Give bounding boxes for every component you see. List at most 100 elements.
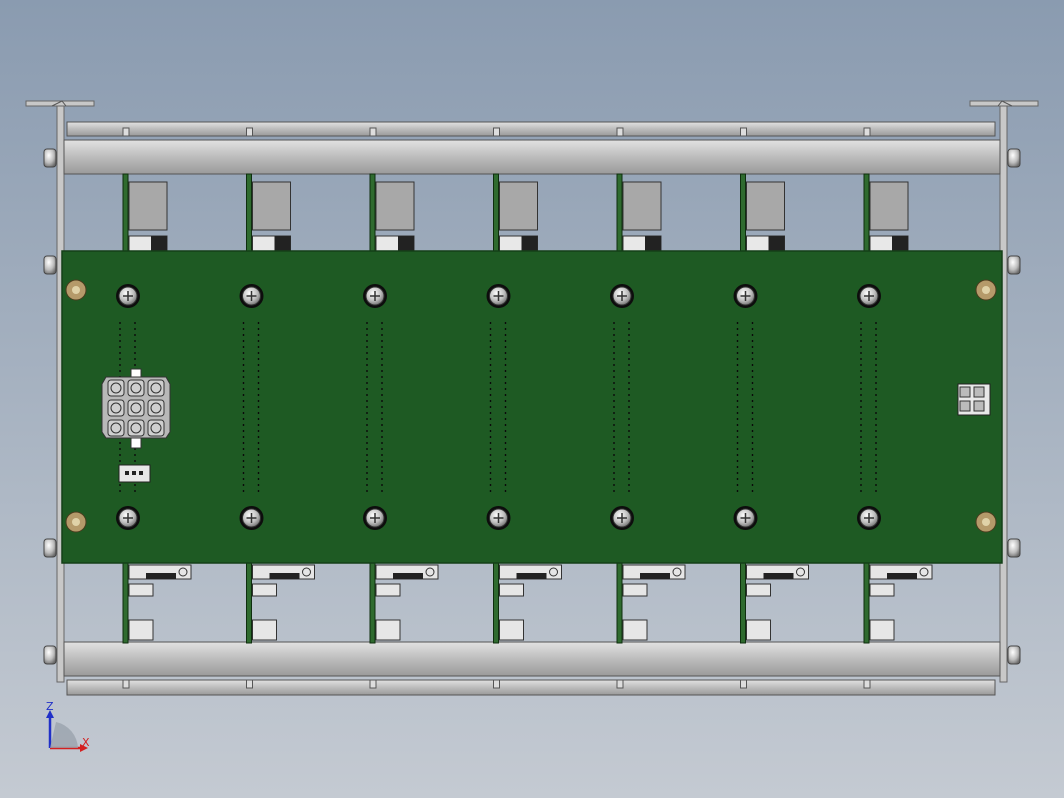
card-module-top <box>375 181 415 231</box>
card-edge-top <box>369 173 376 253</box>
small-connector-pin <box>125 471 129 475</box>
card-lever-bar <box>516 573 547 579</box>
power-pin-cavity <box>147 399 165 417</box>
card-latch-top <box>274 236 291 251</box>
card-edge-top <box>122 173 129 253</box>
card-edge-bottom <box>369 562 376 644</box>
card-clip-lower <box>128 619 154 641</box>
side-nut-left <box>43 148 57 168</box>
card-clip-lower <box>622 619 648 641</box>
rail-rivet-bottom <box>493 679 500 689</box>
side-nut-right <box>1007 255 1021 275</box>
card-clip-upper <box>128 583 154 597</box>
card-module-top <box>128 181 168 231</box>
card-lever-bar <box>887 573 917 579</box>
rail-rivet-bottom <box>246 679 253 689</box>
top-rail-lip <box>66 121 996 137</box>
card-lever-bar <box>393 573 423 579</box>
power-pin-cavity <box>107 419 125 437</box>
card-module-top <box>746 181 785 231</box>
standoff-hole <box>982 286 990 294</box>
side-nut-right <box>1007 148 1021 168</box>
card-edge-bottom <box>863 562 870 644</box>
small-connector-3pin <box>118 464 151 483</box>
power-pin-cavity <box>107 399 125 417</box>
right-connector-pin <box>973 400 985 412</box>
card-lever-bar <box>640 573 670 579</box>
card-clip-upper <box>252 583 277 597</box>
rail-rivet-bottom <box>616 679 624 689</box>
card-clip-lower <box>375 619 401 641</box>
small-connector-pin <box>132 471 136 475</box>
power-connector-latch <box>130 437 142 449</box>
side-nut-left <box>43 538 57 558</box>
small-connector-pin <box>139 471 143 475</box>
card-latch-top <box>768 236 785 251</box>
power-pin-cavity <box>147 379 165 397</box>
card-edge-top <box>246 173 252 253</box>
card-clip-upper <box>622 583 648 597</box>
rail-rivet-top <box>369 127 377 137</box>
card-lever-bar <box>269 573 300 579</box>
card-edge-bottom <box>122 562 129 644</box>
power-pin-cavity <box>107 379 125 397</box>
card-lever-bar <box>763 573 794 579</box>
card-edge-bottom <box>616 562 623 644</box>
card-edge-top <box>616 173 623 253</box>
card-latch-top <box>645 236 661 251</box>
power-pin-cavity <box>127 419 145 437</box>
right-connector-pin <box>973 386 985 398</box>
card-module-top <box>252 181 291 231</box>
side-nut-right <box>1007 538 1021 558</box>
card-module-top <box>499 181 538 231</box>
axis-z-label: Z <box>46 700 54 713</box>
card-lever-bar <box>146 573 176 579</box>
side-nut-left <box>43 255 57 275</box>
rail-rivet-top <box>246 127 253 137</box>
card-module-top <box>622 181 662 231</box>
side-nut-left <box>43 645 57 665</box>
right-connector-4pin <box>957 383 991 416</box>
assembly-drawing[interactable]: X Z <box>0 0 1064 798</box>
bottom-rail-lip <box>66 679 996 696</box>
card-latch-top <box>398 236 414 251</box>
card-latch-top <box>521 236 538 251</box>
rail-rivet-bottom <box>740 679 747 689</box>
card-latch-top <box>151 236 167 251</box>
power-connector-9pin <box>101 368 171 449</box>
power-connector-key <box>130 368 142 378</box>
card-edge-top <box>863 173 870 253</box>
card-edge-top <box>740 173 746 253</box>
power-pin-cavity <box>127 379 145 397</box>
card-edge-bottom <box>740 562 746 644</box>
cad-viewport[interactable]: X Z <box>0 0 1064 798</box>
card-clip-upper <box>499 583 524 597</box>
card-edge-bottom <box>493 562 499 644</box>
axis-x-label: X <box>82 736 90 749</box>
card-edge-top <box>493 173 499 253</box>
rail-rivet-top <box>616 127 624 137</box>
card-latch-top <box>892 236 908 251</box>
card-clip-upper <box>375 583 401 597</box>
rail-rivet-top <box>122 127 130 137</box>
card-module-top <box>869 181 909 231</box>
rail-rivet-bottom <box>863 679 871 689</box>
card-clip-upper <box>746 583 771 597</box>
power-pin-cavity <box>147 419 165 437</box>
card-clip-upper <box>869 583 895 597</box>
card-clip-lower <box>499 619 524 641</box>
right-connector-pin <box>959 386 971 398</box>
rail-rivet-top <box>740 127 747 137</box>
rail-rivet-bottom <box>369 679 377 689</box>
rail-rivet-bottom <box>122 679 130 689</box>
backplane-pcb <box>61 250 1003 564</box>
standoff-hole <box>982 518 990 526</box>
rail-rivet-top <box>493 127 500 137</box>
bottom-rail <box>63 641 1001 677</box>
card-clip-lower <box>746 619 771 641</box>
card-edge-bottom <box>246 562 252 644</box>
standoff-hole <box>72 286 80 294</box>
rail-rivet-top <box>863 127 871 137</box>
card-clip-lower <box>252 619 277 641</box>
side-nut-right <box>1007 645 1021 665</box>
